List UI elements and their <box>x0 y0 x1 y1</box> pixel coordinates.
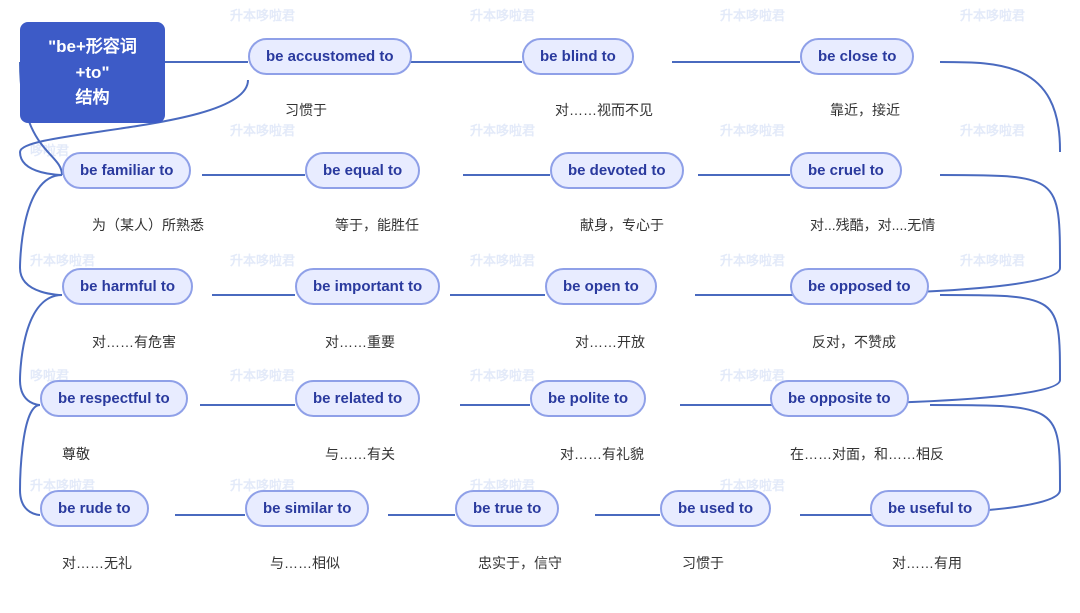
zh-n4: 为（某人）所熟悉 <box>92 215 204 235</box>
watermark: 升本哆啦君 <box>30 250 95 269</box>
pill-n16: be rude to <box>40 490 149 527</box>
watermark: 哆啦君 <box>30 140 69 159</box>
pill-n20: be useful to <box>870 490 990 527</box>
watermark: 升本哆啦君 <box>960 5 1025 24</box>
watermark: 升本哆啦君 <box>720 5 785 24</box>
zh-n18: 忠实于，信守 <box>478 553 562 573</box>
watermark: 升本哆啦君 <box>720 250 785 269</box>
pill-n3: be close to <box>800 38 914 75</box>
zh-n16: 对……无礼 <box>62 553 132 573</box>
pill-n6: be devoted to <box>550 152 684 189</box>
zh-n1: 习惯于 <box>285 100 327 120</box>
pill-n2: be blind to <box>522 38 634 75</box>
zh-n3: 靠近，接近 <box>830 100 900 120</box>
zh-n5: 等于，能胜任 <box>335 215 419 235</box>
pill-n4: be familiar to <box>62 152 191 189</box>
pill-n5: be equal to <box>305 152 420 189</box>
zh-n17: 与……相似 <box>270 553 340 573</box>
pill-n8: be harmful to <box>62 268 193 305</box>
zh-n11: 反对，不赞成 <box>812 332 896 352</box>
pill-n15: be opposite to <box>770 380 909 417</box>
zh-n10: 对……开放 <box>575 332 645 352</box>
zh-n7: 对...残酷，对....无情 <box>810 215 935 235</box>
zh-n14: 对……有礼貌 <box>560 444 644 464</box>
watermark: 升本哆啦君 <box>230 365 295 384</box>
zh-n20: 对……有用 <box>892 553 962 573</box>
pill-n19: be used to <box>660 490 771 527</box>
pill-n14: be polite to <box>530 380 646 417</box>
zh-n15: 在……对面，和……相反 <box>790 444 944 464</box>
watermark: 升本哆啦君 <box>470 5 535 24</box>
watermark: 升本哆啦君 <box>470 120 535 139</box>
zh-n8: 对……有危害 <box>92 332 176 352</box>
watermark: 升本哆啦君 <box>960 120 1025 139</box>
zh-n6: 献身，专心于 <box>580 215 664 235</box>
pill-n18: be true to <box>455 490 559 527</box>
zh-n12: 尊敬 <box>62 444 90 464</box>
watermark: 升本哆啦君 <box>720 120 785 139</box>
zh-n19: 习惯于 <box>682 553 724 573</box>
title-line1: "be+形容词+to" <box>48 37 137 82</box>
watermark: 升本哆啦君 <box>230 250 295 269</box>
main-container: 升本哆啦君 升本哆啦君 升本哆啦君 升本哆啦君 哆啦君 升本哆啦君 升本哆啦君 … <box>0 0 1080 613</box>
pill-n11: be opposed to <box>790 268 929 305</box>
zh-n2: 对……视而不见 <box>555 100 653 120</box>
watermark: 升本哆啦君 <box>470 365 535 384</box>
watermark: 升本哆啦君 <box>960 250 1025 269</box>
pill-n17: be similar to <box>245 490 369 527</box>
pill-n9: be important to <box>295 268 440 305</box>
watermark: 升本哆啦君 <box>470 250 535 269</box>
pill-n10: be open to <box>545 268 657 305</box>
watermark: 升本哆啦君 <box>720 365 785 384</box>
pill-n7: be cruel to <box>790 152 902 189</box>
title-box: "be+形容词+to" 结构 <box>20 22 165 123</box>
pill-n13: be related to <box>295 380 420 417</box>
watermark: 升本哆啦君 <box>230 5 295 24</box>
pill-n12: be respectful to <box>40 380 188 417</box>
pill-n1: be accustomed to <box>248 38 412 75</box>
title-line2: 结构 <box>76 88 110 107</box>
zh-n13: 与……有关 <box>325 444 395 464</box>
watermark: 升本哆啦君 <box>230 120 295 139</box>
zh-n9: 对……重要 <box>325 332 395 352</box>
